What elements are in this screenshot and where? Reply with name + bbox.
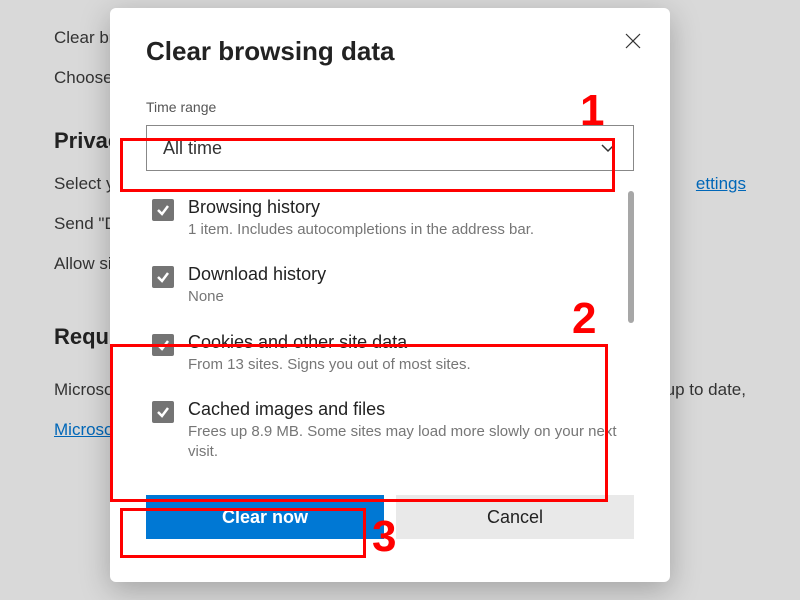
dialog-title: Clear browsing data <box>146 36 634 67</box>
checkbox-cache[interactable] <box>152 401 174 423</box>
list-item[interactable]: Browsing history 1 item. Includes autoco… <box>146 187 634 254</box>
time-range-value: All time <box>163 138 222 159</box>
close-icon <box>624 32 642 50</box>
item-title: Cookies and other site data <box>188 332 628 353</box>
clear-now-button[interactable]: Clear now <box>146 495 384 539</box>
clear-browsing-data-dialog: Clear browsing data Time range All time … <box>110 8 670 582</box>
check-icon <box>156 405 170 419</box>
item-desc: Frees up 8.9 MB. Some sites may load mor… <box>188 422 628 463</box>
chevron-down-icon <box>599 139 617 157</box>
list-item[interactable]: Download history None <box>146 254 634 321</box>
bg-text: Microso <box>54 380 114 400</box>
microsoft-link[interactable]: Microso <box>54 420 114 439</box>
check-icon <box>156 338 170 352</box>
time-range-label: Time range <box>146 99 634 115</box>
checkbox-cookies[interactable] <box>152 334 174 356</box>
time-range-select[interactable]: All time <box>146 125 634 171</box>
scrollbar[interactable] <box>628 191 634 323</box>
item-title: Browsing history <box>188 197 628 218</box>
item-title: Cached images and files <box>188 399 628 420</box>
settings-link[interactable]: ettings <box>696 174 746 194</box>
check-icon <box>156 203 170 217</box>
checkbox-browsing-history[interactable] <box>152 199 174 221</box>
list-item[interactable]: Cookies and other site data From 13 site… <box>146 322 634 389</box>
checkbox-download-history[interactable] <box>152 266 174 288</box>
data-types-list: Browsing history 1 item. Includes autoco… <box>146 187 634 487</box>
list-item[interactable]: Cached images and files Frees up 8.9 MB.… <box>146 389 634 477</box>
item-title: Download history <box>188 264 628 285</box>
cancel-button[interactable]: Cancel <box>396 495 634 539</box>
check-icon <box>156 270 170 284</box>
item-desc: 1 item. Includes autocompletions in the … <box>188 220 628 240</box>
item-desc: From 13 sites. Signs you out of most sit… <box>188 355 628 375</box>
item-desc: None <box>188 287 628 307</box>
close-button[interactable] <box>618 26 648 56</box>
